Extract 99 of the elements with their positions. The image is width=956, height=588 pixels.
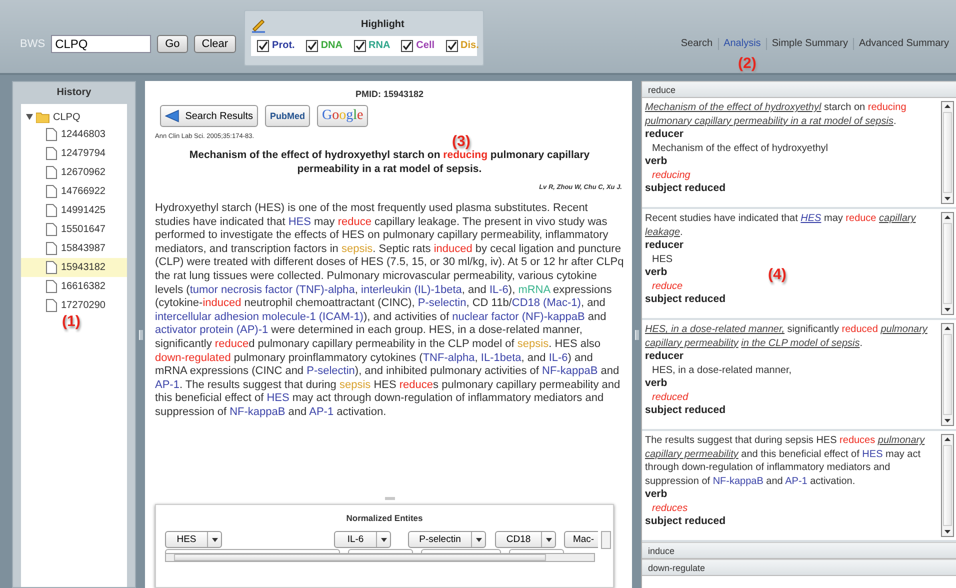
document-icon <box>46 299 57 312</box>
toolbar-button[interactable]: Go <box>157 34 188 52</box>
field-label: reducer <box>645 350 684 364</box>
entity-dropdown[interactable]: IL-6 <box>334 531 391 548</box>
pmid-label: PMID: 15943182 <box>354 89 425 99</box>
entity-dropdown[interactable]: CD18 <box>495 531 556 548</box>
vertical-scrollbar[interactable] <box>941 434 954 537</box>
highlight-option-label: Cell <box>416 40 435 51</box>
highlight-title: Highlight <box>361 19 404 30</box>
document-icon <box>46 242 57 255</box>
highlight-option-label: RNA <box>368 40 390 51</box>
checkbox[interactable] <box>446 40 458 52</box>
field-label: verb <box>645 488 668 502</box>
tree-item[interactable]: 12446803 <box>21 125 127 144</box>
search-field[interactable]: CLPQ <box>51 34 152 52</box>
tree-item[interactable]: 15843987 <box>21 239 127 258</box>
callout-label: (3) <box>452 133 470 150</box>
relation-sentence: Mechanism of the effect of hydroxyethyl starch on reducing pulmonary capillary permeability in a rat model of sepsis. <box>645 101 908 128</box>
checkbox[interactable] <box>306 40 318 52</box>
caret-icon <box>380 538 386 542</box>
document-icon <box>46 261 57 274</box>
relation-group-header[interactable]: down-regulate <box>642 559 956 576</box>
field-label: verb <box>645 266 668 280</box>
panel-title: History <box>56 86 92 100</box>
document-icon <box>46 128 57 141</box>
tree-item[interactable]: 14766922 <box>21 182 127 201</box>
tree-item[interactable]: 17270290 <box>21 296 127 315</box>
field-label: verb <box>645 155 668 168</box>
toolbar-button[interactable]: Clear <box>194 34 236 52</box>
abstract-text: Hydroxyethyl starch (HES) is one of the most frequently used plasma substitutes. Recent studies have indicated that HES may reduce capillary leakage. The present in vivo study was performed to investigate the effects of HES on pulmonary capillary permeability, inflammatory mediators, and transcription factors in sepsis. Septic rats induced by cecal ligation and puncture (CLP) were treated with different doses of HES (7.5, 15, or 30 ml/kg, iv). At 5 or 12 hr after CLPq the rat lung tissues were collected. Pulmonary microvascular permeability, various cytokine levels (tumor necrosis factor (TNF)-alpha, interleukin (IL)-1beta, and IL-6), mRNA expressions (cytokine-induced neutrophil chemoattractant (CINC), P-selectin, CD 11b/CD18 (Mac-1), and intercellular adhesion molecule-1 (ICAM-1)), and activities of nuclear factor (NF)-kappaB and activator protein (AP)-1 were determined in each group. HES, in a dose-related manner, significantly reduced pulmonary capillary permeability in the CLP model of sepsis. HES also down-regulated pulmonary proinflammatory cytokines (TNF-alpha, IL-1beta, and IL-6) and mRNA expressions (CINC and P-selectin), and inhibited pulmonary activities of NF-kappaB and AP-1. The results suggest that during sepsis HES reduces pulmonary capillary permeability and this beneficial effect of HES may act through down-regulation of inflammatory mediators and suppression of NF-kappaB and AP-1 activation. <box>155 202 624 420</box>
document-icon <box>46 223 57 236</box>
nav-link[interactable]: Advanced Summary <box>854 38 954 49</box>
callout-label: (2) <box>738 55 756 72</box>
checkbox[interactable] <box>401 40 414 52</box>
field-label: subject reduced <box>645 182 726 196</box>
field-label: subject reduced <box>645 293 726 306</box>
callout-label: (1) <box>62 313 80 330</box>
entity-dropdown[interactable]: P-selectin <box>408 531 486 548</box>
expand-arrow-icon[interactable] <box>26 114 33 120</box>
nav-link[interactable]: Search <box>676 38 718 49</box>
vertical-scrollbar[interactable] <box>601 531 611 549</box>
vertical-scrollbar[interactable] <box>941 101 954 204</box>
splitter-handle[interactable] <box>634 330 638 340</box>
field-value: reduce <box>652 280 683 293</box>
document-icon <box>46 185 57 198</box>
checkbox[interactable] <box>354 40 366 52</box>
nav-link[interactable]: Simple Summary <box>766 38 853 49</box>
pubmed-button[interactable]: PubMed <box>265 105 310 127</box>
checkbox[interactable] <box>257 40 270 52</box>
field-value: reduced <box>652 390 688 404</box>
caret-icon <box>476 538 482 542</box>
field-value: reduces <box>652 502 688 515</box>
tree-item[interactable]: 16616382 <box>21 277 127 296</box>
tree-item[interactable]: CLPQ <box>53 112 80 122</box>
relation-group-header[interactable]: reduce <box>642 81 956 98</box>
callout-label: (4) <box>768 266 786 283</box>
field-label: verb <box>645 377 668 390</box>
horizontal-scrollbar[interactable] <box>165 553 595 562</box>
tree-item[interactable]: 15943182 <box>21 258 127 277</box>
field-value: HES, in a dose-related manner, <box>652 364 792 377</box>
relation-sentence: The results suggest that during sepsis HES reduces pulmonary capillary permeability and this beneficial effect of HES may act through down-regulation of inflammatory mediators and suppression of NF-kappaB and AP-1 activation. <box>645 434 926 488</box>
tree-item[interactable]: 12670962 <box>21 163 127 182</box>
splitter-handle[interactable] <box>138 330 142 340</box>
highlight-option-label: Dis. <box>460 40 479 51</box>
document-icon <box>46 204 57 217</box>
tree-item[interactable]: 15501647 <box>21 220 127 239</box>
field-value: Mechanism of the effect of hydroxyethyl <box>652 142 828 155</box>
field-label: subject reduced <box>645 404 726 418</box>
splitter-handle[interactable] <box>384 496 394 500</box>
back-arrow-icon <box>165 107 180 125</box>
search-results-button[interactable]: Search Results <box>160 105 258 127</box>
nav-link[interactable]: Analysis <box>718 38 766 49</box>
tree-item[interactable]: 14991425 <box>21 201 127 220</box>
relation-sentence: HES, in a dose-related manner, significantly reduced pulmonary capillary permeability in the CLP model of sepsis. <box>645 323 929 350</box>
google-button[interactable]: Google <box>317 105 368 127</box>
entity-dropdown[interactable]: HES <box>165 531 222 548</box>
caret-icon <box>546 538 552 542</box>
document-icon <box>46 147 57 160</box>
document-icon <box>46 280 57 293</box>
relation-group-header[interactable]: induce <box>642 542 956 559</box>
relation-sentence: Recent studies have indicated that HES may reduce capillary leakage. <box>645 212 918 239</box>
vertical-scrollbar[interactable] <box>941 323 954 426</box>
tree-item[interactable]: 12479794 <box>21 144 127 163</box>
article-title: Mechanism of the effect of hydroxyethyl starch on reducing pulmonary capillary permeability in a rat model of sepsis. <box>188 149 591 176</box>
search-label: BWS <box>20 38 46 50</box>
panel-title: Normalized Entites <box>345 512 424 525</box>
vertical-scrollbar[interactable] <box>941 212 954 315</box>
document-icon <box>46 166 57 179</box>
highlight-option-label: DNA <box>320 40 342 51</box>
field-value: reducing <box>652 168 690 182</box>
pencil-icon <box>251 16 268 32</box>
folder-icon <box>36 112 50 122</box>
field-value: HES <box>652 252 673 266</box>
field-label: reducer <box>645 128 684 142</box>
field-label: subject reduced <box>645 515 726 528</box>
caret-icon <box>212 538 218 542</box>
entity-dropdown[interactable]: Mac- <box>564 531 598 548</box>
field-label: reducer <box>645 239 684 252</box>
highlight-option-label: Prot. <box>272 40 295 51</box>
